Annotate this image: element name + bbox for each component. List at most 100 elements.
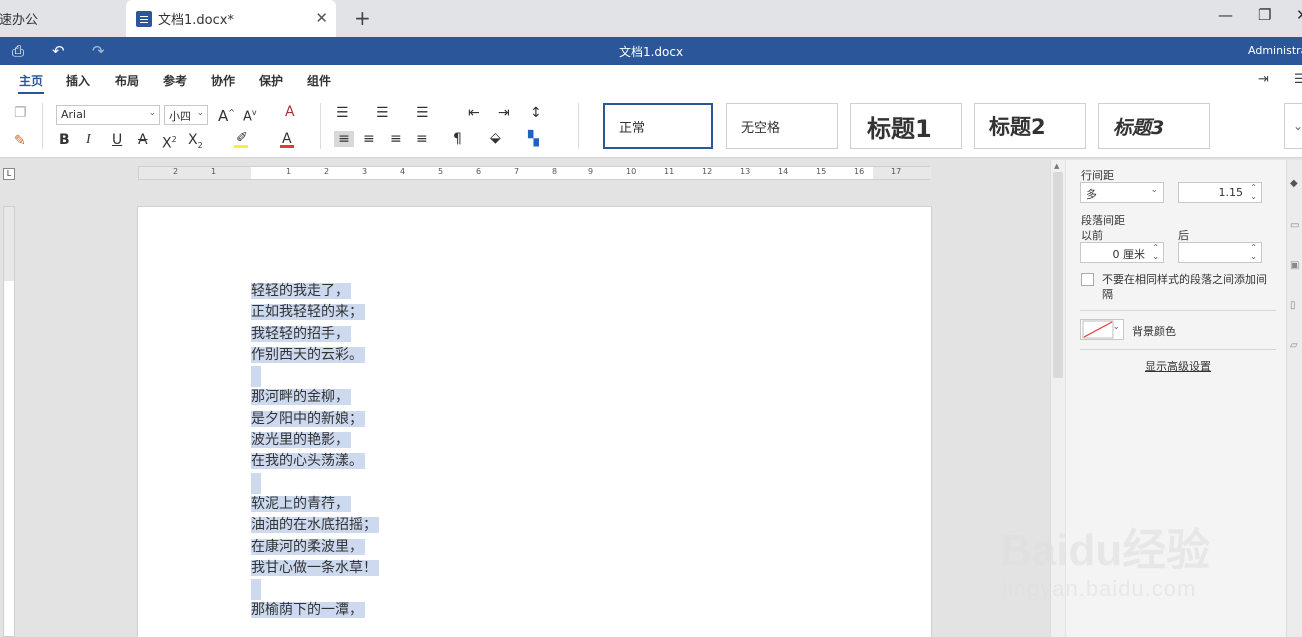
- menu-home[interactable]: 主页: [19, 72, 43, 89]
- ruler-label: 3: [362, 167, 368, 176]
- tab-stop-selector[interactable]: L: [3, 168, 15, 180]
- paragraph-mark-icon[interactable]: ¶: [453, 131, 462, 147]
- align-center-icon[interactable]: ≡: [363, 131, 375, 147]
- font-size-select[interactable]: 小四 ⌄: [164, 105, 208, 125]
- open-location-icon[interactable]: ⇥: [1258, 72, 1269, 87]
- menu-plugins[interactable]: 组件: [307, 72, 331, 89]
- blank-line[interactable]: [251, 366, 379, 388]
- background-color-picker[interactable]: ⌄: [1080, 319, 1124, 340]
- tab-app-home[interactable]: 极速办公: [0, 0, 120, 37]
- show-advanced-settings-link[interactable]: 显示高级设置: [1145, 358, 1211, 374]
- align-right-icon[interactable]: ≡: [390, 131, 402, 147]
- spinner-icon[interactable]: ⌃ ⌄: [1250, 183, 1257, 201]
- decrease-font-icon[interactable]: Av: [243, 105, 257, 125]
- style-heading-3[interactable]: 标题3: [1098, 103, 1210, 149]
- italic-icon[interactable]: I: [86, 132, 91, 148]
- text-line[interactable]: 油油的在水底招摇；: [251, 515, 379, 536]
- vertical-ruler[interactable]: [3, 206, 15, 637]
- menu-references[interactable]: 参考: [163, 72, 187, 89]
- paragraph-settings-icon[interactable]: ◆: [1290, 178, 1298, 189]
- scroll-up-icon[interactable]: ▲: [1054, 162, 1059, 170]
- text-line[interactable]: 轻轻的我走了，: [251, 281, 379, 302]
- blank-line[interactable]: [251, 579, 379, 601]
- style-label: 标题3: [1113, 116, 1165, 139]
- scroll-thumb[interactable]: [1053, 172, 1063, 378]
- text-line[interactable]: 我轻轻的招手，: [251, 324, 379, 345]
- ruler-margin-left: [139, 167, 251, 179]
- text-line[interactable]: 那河畔的金柳，: [251, 387, 379, 408]
- text-line[interactable]: 我甘心做一条水草！: [251, 558, 379, 579]
- strikethrough-icon[interactable]: A: [138, 132, 148, 148]
- tab-document[interactable]: 文档1.docx* ✕: [126, 0, 336, 37]
- copy-icon[interactable]: ❐: [14, 105, 27, 121]
- bold-icon[interactable]: B: [59, 132, 70, 148]
- line-spacing-value-input[interactable]: 1.15 ⌃ ⌄: [1178, 182, 1262, 203]
- bullet-list-icon[interactable]: ☰: [336, 105, 349, 121]
- line-spacing-mode-select[interactable]: 多 ⌄: [1080, 182, 1164, 203]
- spacing-before-value: 0 厘米: [1112, 248, 1146, 261]
- text-line[interactable]: 在康河的柔波里，: [251, 537, 379, 558]
- table-settings-icon[interactable]: ▭: [1290, 220, 1299, 231]
- numbered-list-icon[interactable]: ☰: [376, 105, 389, 121]
- style-no-spacing[interactable]: 无空格: [726, 103, 838, 149]
- text-line[interactable]: 那榆荫下的一潭，: [251, 600, 379, 621]
- close-window-icon[interactable]: ✕: [1296, 6, 1302, 24]
- dont-add-space-checkbox[interactable]: [1081, 273, 1094, 286]
- style-heading-2[interactable]: 标题2: [974, 103, 1086, 149]
- style-heading-1[interactable]: 标题1: [850, 103, 962, 149]
- menu-insert[interactable]: 插入: [66, 72, 90, 89]
- spacing-after-input[interactable]: ⌃ ⌄: [1178, 242, 1262, 263]
- style-normal[interactable]: 正常: [603, 103, 713, 149]
- text-line[interactable]: 波光里的艳影，: [251, 430, 379, 451]
- text-line[interactable]: 作别西天的云彩。: [251, 345, 379, 366]
- underline-icon[interactable]: U: [112, 132, 122, 148]
- ruler-label: 7: [514, 167, 520, 176]
- text-line[interactable]: 软泥上的青荇，: [251, 494, 379, 515]
- increase-font-icon[interactable]: A^: [218, 105, 235, 124]
- clear-format-icon[interactable]: A: [285, 104, 295, 120]
- text-line[interactable]: 在我的心头荡漾。: [251, 451, 379, 472]
- line-text: 我甘心做一条水草！: [251, 559, 379, 576]
- spacing-before-input[interactable]: 0 厘米 ⌃ ⌄: [1080, 242, 1164, 263]
- superscript-icon[interactable]: X2: [162, 132, 177, 152]
- text-line[interactable]: 是夕阳中的新娘；: [251, 409, 379, 430]
- line-spacing-icon[interactable]: ↕: [530, 105, 542, 121]
- minimize-icon[interactable]: —: [1218, 6, 1233, 24]
- spinner-icon[interactable]: ⌃ ⌄: [1250, 243, 1257, 261]
- font-name-select[interactable]: Arial ⌄: [56, 105, 160, 125]
- decrease-indent-icon[interactable]: ⇤: [468, 105, 480, 121]
- user-name[interactable]: Administrat: [1248, 44, 1302, 57]
- document-page[interactable]: 轻轻的我走了， 正如我轻轻的来； 我轻轻的招手， 作别西天的云彩。 那河畔的金柳…: [137, 206, 932, 637]
- text-line[interactable]: 正如我轻轻的来；: [251, 302, 379, 323]
- spinner-icon[interactable]: ⌃ ⌄: [1152, 243, 1159, 261]
- ruler-label: 15: [816, 167, 827, 176]
- header-footer-icon[interactable]: ▯: [1290, 300, 1296, 311]
- document-body[interactable]: 轻轻的我走了， 正如我轻轻的来； 我轻轻的招手， 作别西天的云彩。 那河畔的金柳…: [251, 281, 379, 622]
- shading-icon[interactable]: ⬙: [490, 130, 501, 146]
- format-painter-icon[interactable]: ✎: [14, 133, 26, 149]
- justify-icon[interactable]: ≡: [416, 131, 428, 147]
- ruler-label: 4: [400, 167, 406, 176]
- borders-icon[interactable]: ▚: [528, 131, 539, 147]
- menu-protect[interactable]: 保护: [259, 72, 283, 89]
- restore-icon[interactable]: ❐: [1258, 6, 1271, 24]
- blank-line[interactable]: [251, 472, 379, 494]
- divider: [1080, 349, 1276, 350]
- new-tab-icon[interactable]: +: [354, 6, 371, 30]
- horizontal-ruler[interactable]: 2 1 1 2 3 4 5 6 7 8 9 10 11 12 13 14 15 …: [138, 166, 931, 180]
- multilevel-list-icon[interactable]: ☰: [416, 105, 429, 121]
- subscript-icon[interactable]: X2: [188, 132, 203, 154]
- menu-layout[interactable]: 布局: [115, 72, 139, 89]
- more-menu-icon[interactable]: ☰: [1294, 72, 1302, 87]
- menu-collaborate[interactable]: 协作: [211, 72, 235, 89]
- image-settings-icon[interactable]: ▣: [1290, 260, 1299, 271]
- highlight-icon[interactable]: ✐: [236, 130, 248, 146]
- selection-mark: [251, 366, 261, 388]
- align-left-icon[interactable]: ≡: [334, 131, 354, 147]
- styles-more-button[interactable]: ⌄: [1284, 103, 1302, 149]
- close-tab-icon[interactable]: ✕: [315, 9, 328, 27]
- shape-settings-icon[interactable]: ▱: [1290, 340, 1298, 351]
- line-text: 在康河的柔波里，: [251, 538, 365, 555]
- divider: [1080, 310, 1276, 311]
- increase-indent-icon[interactable]: ⇥: [498, 105, 510, 121]
